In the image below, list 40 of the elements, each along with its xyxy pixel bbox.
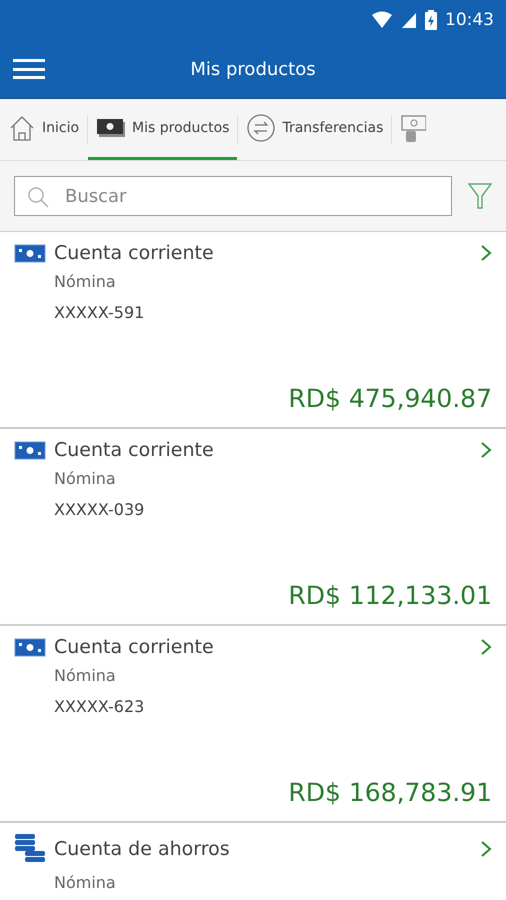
search-field[interactable]: Buscar	[14, 176, 452, 216]
product-name: Cuenta corriente	[54, 439, 215, 461]
product-name: Cuenta corriente	[54, 242, 215, 264]
product-name: Cuenta corriente	[54, 636, 215, 658]
chevron-right-icon	[480, 840, 492, 858]
chevron-right-icon	[480, 244, 492, 262]
menu-button[interactable]	[13, 57, 45, 81]
screen-title: Mis productos	[190, 58, 316, 80]
clock-time: 10:43	[445, 10, 494, 30]
product-type: Nómina	[54, 666, 117, 685]
product-card[interactable]: Cuenta corriente Nómina XXXXX-591 RD$ 475,940.87	[0, 232, 506, 429]
product-type: Nómina	[54, 272, 117, 291]
bill-icon	[400, 113, 426, 143]
chevron-right-icon	[480, 441, 492, 459]
balance-amount: RD$ 168,783.91	[288, 778, 492, 807]
coins-icon	[14, 833, 46, 865]
banknote-icon	[14, 439, 46, 461]
nav-tab[interactable]: Inicio	[0, 99, 88, 160]
nav-tab[interactable]: Transferencias	[238, 99, 392, 160]
banknote-icon	[14, 242, 46, 264]
balance-amount: RD$ 475,940.87	[288, 384, 492, 413]
banknote-icon	[96, 117, 126, 139]
account-number: XXXXX-039	[54, 500, 146, 519]
filter-button[interactable]	[468, 182, 492, 210]
home-icon	[8, 114, 36, 142]
product-card[interactable]: Cuenta corriente Nómina XXXXX-623 RD$ 168,783.91	[0, 626, 506, 823]
chevron-right-icon	[480, 638, 492, 656]
balance-amount: RD$ 112,133.01	[288, 581, 492, 610]
product-type: Nómina	[54, 469, 117, 488]
banknote-icon	[14, 636, 46, 658]
product-type: Nómina	[54, 873, 117, 892]
product-card[interactable]: Cuenta corriente Nómina XXXXX-039 RD$ 112,133.01	[0, 429, 506, 626]
signal-icon	[401, 12, 417, 28]
exchange-icon	[246, 113, 276, 143]
product-name: Cuenta de ahorros	[54, 838, 231, 860]
battery-icon	[425, 10, 437, 30]
product-card[interactable]: Cuenta de ahorros Nómina	[0, 823, 506, 900]
wifi-icon	[371, 11, 393, 29]
account-number: XXXXX-623	[54, 697, 146, 716]
account-number: XXXXX-591	[54, 303, 146, 322]
